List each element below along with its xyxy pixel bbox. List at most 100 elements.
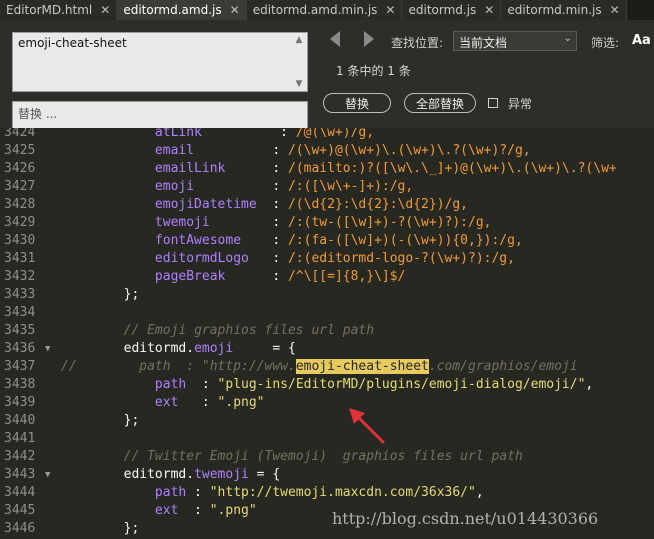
watermark: http://blog.csdn.net/u014430366: [332, 509, 599, 528]
code-token: pageBreak: [154, 269, 226, 284]
code-text: fontAwesome : /:(fa-([\w]+)(-(\w+)){0,})…: [61, 232, 523, 250]
close-icon[interactable]: ✕: [100, 3, 110, 17]
line-number: 3432: [4, 269, 36, 284]
code-token: /(\d{2}:\d{2}:\d{2})/g,: [287, 197, 468, 212]
code-token: :: [178, 395, 218, 410]
line-number: 3444: [4, 485, 36, 500]
search-match-highlight: emoji-cheat-sheet: [295, 359, 429, 374]
line-number: 3427: [4, 179, 36, 194]
match-case-button[interactable]: Aa: [632, 33, 651, 48]
replace-all-button[interactable]: 全部替换: [404, 93, 476, 113]
code-token: /(\w+)@(\w+)\.(\w+)\.?(\w+)?/g,: [287, 143, 531, 158]
tab-label: editormd.amd.min.js: [252, 3, 378, 17]
line-number: 3429: [4, 215, 36, 230]
code-line: 3432 pageBreak : /^\[[=]{8,}\]$/: [0, 268, 654, 286]
close-icon[interactable]: ✕: [385, 3, 395, 17]
code-token: };: [61, 413, 140, 428]
regex-checkbox[interactable]: [488, 98, 498, 108]
line-number: 3430: [4, 233, 36, 248]
regex-checkbox-label: 异常: [508, 97, 533, 111]
code-token: ext: [154, 503, 179, 518]
line-number: 3442: [4, 449, 36, 464]
code-line: 3430 fontAwesome : /:(fa-([\w]+)(-(\w+))…: [0, 232, 654, 250]
line-number: 3438: [4, 377, 36, 392]
code-token: emojiDatetime: [154, 197, 257, 212]
code-token: "http://twemoji.maxcdn.com/36x36/": [209, 485, 476, 500]
code-token: :: [225, 269, 288, 284]
replace-placeholder: 替换 ...: [18, 107, 58, 121]
code-token: /:(fa-([\w]+)(-(\w+)){0,}):/g,: [287, 233, 523, 248]
tab-1[interactable]: editormd.amd.js ✕: [117, 0, 247, 20]
code-editor[interactable]: 3424 atLink : /@(\w+)/g, 3425 email : /(\…: [0, 128, 654, 539]
code-line: 3442 // Twitter Emoji (Twemoji) graphios…: [0, 448, 654, 466]
close-icon[interactable]: ✕: [484, 3, 494, 17]
scope-select[interactable]: 当前文档 ⌄: [453, 31, 577, 51]
code-token: :: [201, 128, 296, 140]
fold-toggle-icon[interactable]: ▼: [45, 466, 50, 484]
code-token: = {: [248, 467, 281, 482]
find-input[interactable]: emoji-cheat-sheet ▲ ▼: [12, 32, 308, 92]
line-number: 3425: [4, 143, 36, 158]
code-token: :: [194, 143, 288, 158]
tab-label: editormd.min.js: [507, 3, 602, 17]
code-token: editormd.: [61, 467, 195, 482]
tab-label: EditorMD.html: [6, 3, 93, 17]
code-text: path : "plug-ins/EditorMD/plugins/emoji-…: [61, 376, 593, 394]
tab-label: editormd.amd.js: [123, 3, 222, 17]
code-line: 3431 editormdLogo : /:(editormd-logo-?(\…: [0, 250, 654, 268]
code-token: .com/graphios/emoji: [428, 359, 578, 374]
tab-3[interactable]: editormd.js ✕: [402, 0, 502, 20]
line-number: 3440: [4, 413, 36, 428]
line-number: 3436: [4, 341, 36, 356]
code-token: };: [61, 521, 140, 536]
line-number: 3426: [4, 161, 36, 176]
close-icon[interactable]: ✕: [610, 3, 620, 17]
code-text: editormd.twemoji = {: [61, 466, 281, 484]
code-token: :: [256, 197, 288, 212]
code-token: :: [178, 503, 210, 518]
tab-2[interactable]: editormd.amd.min.js ✕: [246, 0, 403, 20]
code-token: /:([\w\+-]+):/g,: [287, 179, 414, 194]
code-line: 3441: [0, 430, 654, 448]
previous-match-icon[interactable]: [330, 31, 340, 47]
code-token: /@(\w+)/g,: [295, 128, 375, 140]
code-token: :: [209, 215, 288, 230]
code-token: ,: [585, 377, 594, 392]
code-token: email: [154, 143, 195, 158]
code-line: 3438 path : "plug-ins/EditorMD/plugins/e…: [0, 376, 654, 394]
tab-4[interactable]: editormd.min.js ✕: [501, 0, 627, 20]
next-match-icon[interactable]: [364, 31, 374, 47]
code-token: // Twitter Emoji (Twemoji) graphios file…: [123, 449, 523, 464]
line-number: 3446: [4, 521, 36, 536]
code-line: 3429 twemoji : /:(tw-([\w]+)-?(\w+)?):/g…: [0, 214, 654, 232]
line-number: 3437: [4, 359, 36, 374]
code-text: emojiDatetime : /(\d{2}:\d{2}:\d{2})/g,: [61, 196, 468, 214]
close-icon[interactable]: ✕: [230, 3, 240, 17]
search-location-label: 查找位置:: [391, 36, 444, 50]
fold-toggle-icon[interactable]: ▼: [45, 340, 50, 358]
code-token: emoji: [154, 179, 195, 194]
scope-select-value: 当前文档: [459, 36, 508, 50]
code-text: editormdLogo : /:(editormd-logo-?(\w+)?)…: [61, 250, 515, 268]
scroll-up-icon[interactable]: ▲: [296, 35, 303, 45]
code-token: :: [194, 179, 288, 194]
code-token: /:(tw-([\w]+)-?(\w+)?):/g,: [288, 215, 492, 230]
scroll-down-icon[interactable]: ▼: [296, 79, 303, 89]
chevron-down-icon: ⌄: [563, 33, 572, 44]
replace-button[interactable]: 替换: [323, 93, 391, 113]
find-input-scrollbar[interactable]: ▲ ▼: [293, 35, 305, 89]
code-token: path: [154, 485, 187, 500]
code-text: // Emoji graphios files url path: [61, 322, 374, 340]
code-line: 3434: [0, 304, 654, 322]
tab-0[interactable]: EditorMD.html ✕: [0, 0, 118, 20]
code-token: atLink: [154, 128, 202, 140]
code-token: emoji: [194, 341, 234, 356]
